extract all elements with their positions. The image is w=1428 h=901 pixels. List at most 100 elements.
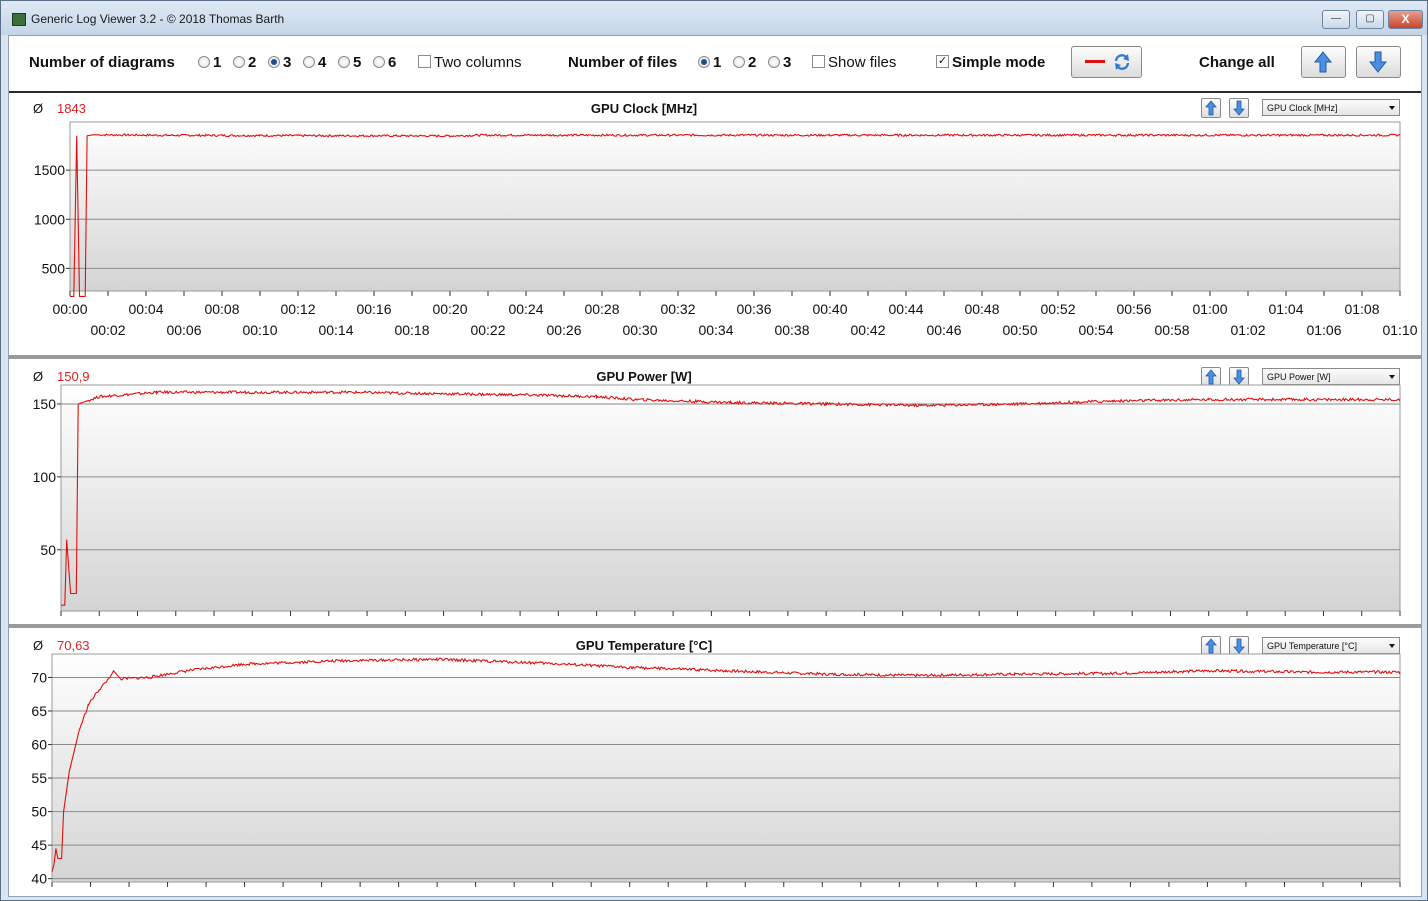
- two-columns-checkbox[interactable]: [418, 55, 431, 68]
- files-radio-2[interactable]: [733, 56, 745, 68]
- files-radio-1[interactable]: [698, 56, 710, 68]
- x-tick-label: 00:20: [432, 301, 467, 317]
- diagrams-radio-5[interactable]: [338, 56, 350, 68]
- x-tick-label: 00:18: [394, 322, 429, 338]
- diagrams-radio-1-label: 1: [213, 54, 222, 71]
- diagrams-radio-6-label: 6: [388, 54, 397, 71]
- chart-panel-gpu-temperature: Ø 70,63 GPU Temperature [°C] GPU Tempera…: [9, 628, 1421, 895]
- show-files-checkbox[interactable]: [812, 55, 825, 68]
- x-tick-label: 00:46: [926, 322, 961, 338]
- line-style-button[interactable]: [1071, 46, 1142, 78]
- change-all-down-button[interactable]: [1356, 46, 1401, 78]
- app-window: Generic Log Viewer 3.2 - © 2018 Thomas B…: [0, 0, 1428, 901]
- title-bar[interactable]: Generic Log Viewer 3.2 - © 2018 Thomas B…: [1, 1, 1427, 35]
- y-tick-label: 500: [42, 260, 66, 276]
- y-tick-label: 60: [31, 737, 47, 753]
- y-tick-label: 150: [33, 396, 57, 412]
- maximize-button[interactable]: ▢: [1356, 10, 1384, 29]
- y-tick-label: 1500: [34, 162, 65, 178]
- toolbar: Number of diagrams 1 2 3 4 5 6 Two colum…: [9, 36, 1421, 93]
- files-radio-1-label: 1: [713, 54, 722, 71]
- arrow-down-icon: [1369, 51, 1387, 73]
- refresh-icon: [1114, 54, 1130, 70]
- y-tick-label: 40: [31, 871, 47, 887]
- x-tick-label: 00:10: [242, 322, 277, 338]
- window-title: Generic Log Viewer 3.2 - © 2018 Thomas B…: [31, 12, 285, 26]
- gpu-clock-chart: 5001000150000:0000:0200:0400:0600:0800:1…: [34, 121, 1418, 338]
- x-tick-label: 01:00: [1192, 301, 1227, 317]
- x-tick-label: 00:26: [546, 322, 581, 338]
- diagrams-radio-5-label: 5: [353, 54, 362, 71]
- diagrams-radio-2[interactable]: [233, 56, 245, 68]
- x-tick-label: 00:24: [508, 301, 543, 317]
- client-area: Number of diagrams 1 2 3 4 5 6 Two colum…: [8, 35, 1422, 897]
- change-all-label: Change all: [1199, 54, 1275, 71]
- x-tick-label: 00:40: [812, 301, 847, 317]
- diagrams-radio-4-label: 4: [318, 54, 327, 71]
- simple-mode-label: Simple mode: [952, 54, 1046, 71]
- y-tick-label: 100: [33, 469, 57, 485]
- x-tick-label: 00:42: [850, 322, 885, 338]
- files-radio-3[interactable]: [768, 56, 780, 68]
- x-tick-label: 01:02: [1230, 322, 1265, 338]
- x-tick-label: 00:50: [1002, 322, 1037, 338]
- gpu-power-chart: 5010015000:0000:0200:0400:0600:0800:1000…: [33, 384, 1401, 616]
- arrow-up-icon: [1314, 51, 1332, 73]
- files-label: Number of files: [568, 54, 678, 71]
- chart-panel-gpu-power: Ø 150,9 GPU Power [W] GPU Power [W] 50 10…: [9, 359, 1421, 624]
- diagrams-radio-3[interactable]: [268, 56, 280, 68]
- x-tick-label: 00:38: [774, 322, 809, 338]
- gpu-temperature-chart: 4045505560657000:0000:0200:0400:0600:080…: [31, 653, 1401, 887]
- x-tick-label: 00:56: [1116, 301, 1151, 317]
- x-tick-label: 00:08: [204, 301, 239, 317]
- x-tick-label: 00:32: [660, 301, 695, 317]
- diagrams-radio-4[interactable]: [303, 56, 315, 68]
- line-color-swatch: [1085, 60, 1105, 63]
- y-tick-label: 50: [31, 804, 47, 820]
- simple-mode-checkbox[interactable]: ✓: [936, 55, 949, 68]
- x-tick-label: 01:06: [1306, 322, 1341, 338]
- minimize-button[interactable]: —: [1322, 10, 1350, 29]
- x-tick-label: 00:06: [166, 322, 201, 338]
- close-button[interactable]: X: [1388, 10, 1423, 29]
- plot-area: [51, 653, 1401, 883]
- y-tick-label: 45: [31, 837, 47, 853]
- x-tick-label: 00:04: [128, 301, 163, 317]
- y-tick-label: 50: [40, 542, 56, 558]
- x-tick-label: 00:12: [280, 301, 315, 317]
- y-tick-label: 70: [31, 669, 47, 685]
- x-tick-label: 00:28: [584, 301, 619, 317]
- x-tick-label: 01:10: [1382, 322, 1417, 338]
- files-radio-2-label: 2: [748, 54, 757, 71]
- x-tick-label: 01:08: [1344, 301, 1379, 317]
- x-tick-label: 00:36: [736, 301, 771, 317]
- x-tick-label: 00:58: [1154, 322, 1189, 338]
- two-columns-label: Two columns: [434, 54, 522, 71]
- x-tick-label: 00:16: [356, 301, 391, 317]
- x-tick-label: 00:34: [698, 322, 733, 338]
- diagrams-radio-2-label: 2: [248, 54, 257, 71]
- x-tick-label: 01:04: [1268, 301, 1303, 317]
- diagrams-label: Number of diagrams: [29, 54, 175, 71]
- plot-area: [69, 121, 1401, 292]
- x-tick-label: 00:54: [1078, 322, 1113, 338]
- x-tick-label: 00:00: [52, 301, 87, 317]
- diagrams-radio-1[interactable]: [198, 56, 210, 68]
- x-tick-label: 00:44: [888, 301, 923, 317]
- x-tick-label: 00:52: [1040, 301, 1075, 317]
- diagrams-radio-3-label: 3: [283, 54, 292, 71]
- y-tick-label: 65: [31, 703, 47, 719]
- plot-area: [60, 384, 1401, 612]
- x-tick-label: 00:30: [622, 322, 657, 338]
- y-tick-label: 1000: [34, 211, 65, 227]
- change-all-up-button[interactable]: [1301, 46, 1346, 78]
- show-files-label: Show files: [828, 54, 897, 71]
- x-tick-label: 00:14: [318, 322, 353, 338]
- app-icon: [12, 13, 26, 26]
- y-tick-label: 55: [31, 770, 47, 786]
- files-radio-3-label: 3: [783, 54, 792, 71]
- x-tick-label: 00:02: [90, 322, 125, 338]
- chart-panel-gpu-clock: Ø 1843 GPU Clock [MHz] GPU Clock [MHz] 5…: [9, 93, 1421, 355]
- diagrams-radio-6[interactable]: [373, 56, 385, 68]
- x-tick-label: 00:48: [964, 301, 999, 317]
